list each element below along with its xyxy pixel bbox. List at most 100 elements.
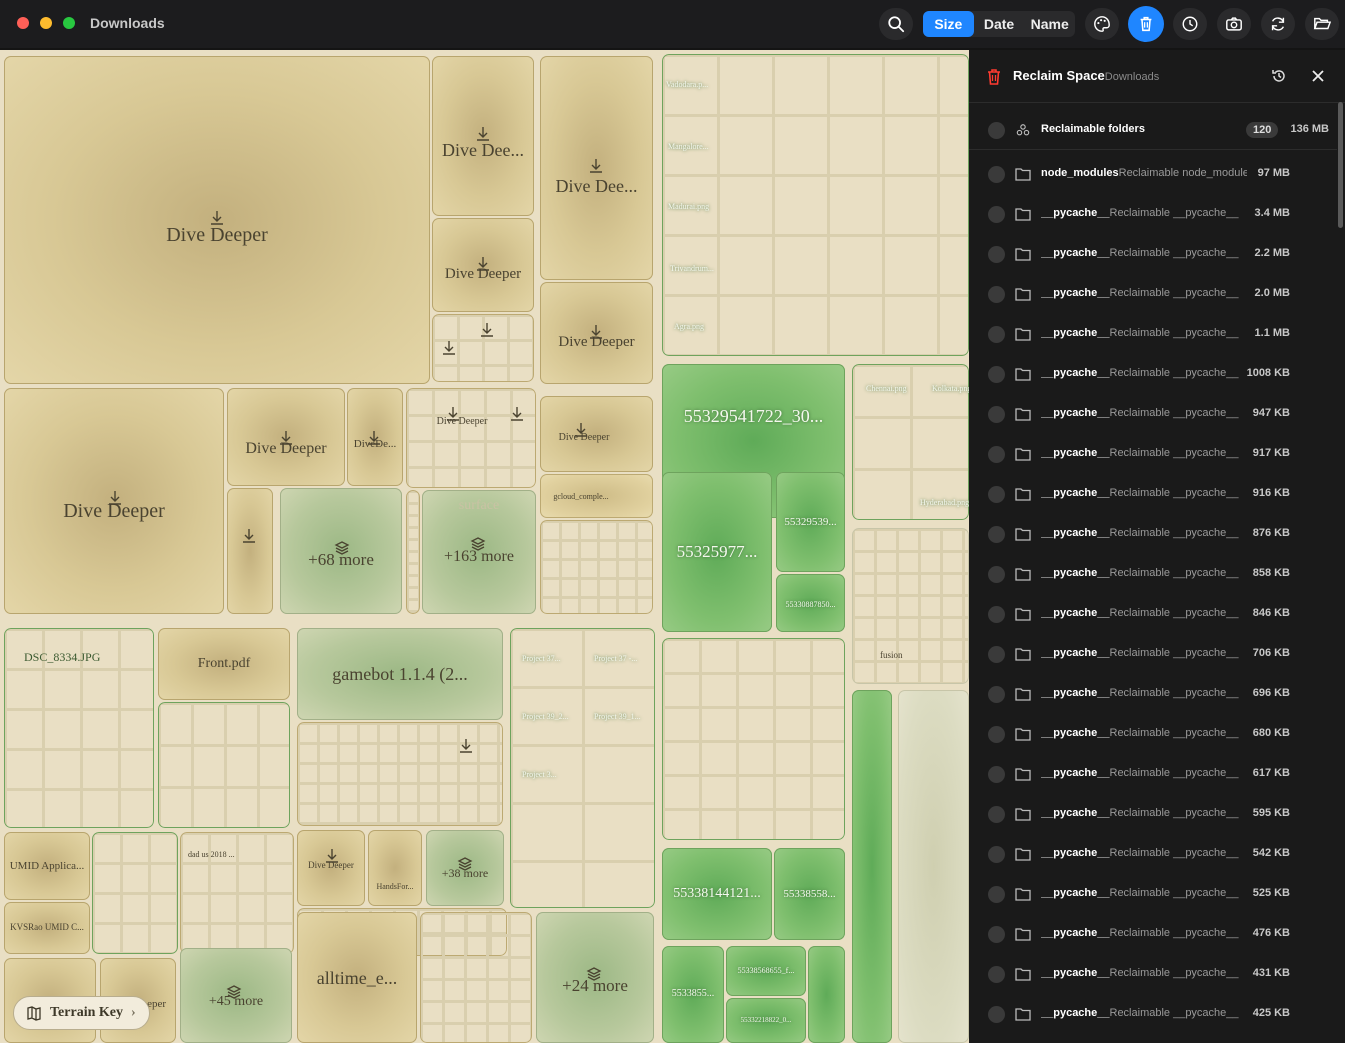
terrain-key-button[interactable]: Terrain Key › bbox=[13, 996, 150, 1030]
treemap-folder[interactable]: dad us 2018 ... bbox=[180, 832, 294, 954]
search-button[interactable] bbox=[879, 8, 913, 40]
restore-history-icon[interactable] bbox=[1271, 68, 1287, 84]
item-checkbox[interactable] bbox=[988, 606, 1005, 623]
select-all-checkbox[interactable] bbox=[988, 122, 1005, 139]
list-item[interactable]: __pycache__Reclaimable __pycache__ 680 KB bbox=[969, 714, 1337, 754]
snapshot-button[interactable] bbox=[1217, 8, 1251, 40]
item-checkbox[interactable] bbox=[988, 166, 1005, 183]
list-item[interactable]: __pycache__Reclaimable __pycache__ 542 KB bbox=[969, 834, 1337, 874]
treemap-folder[interactable] bbox=[540, 520, 653, 614]
list-item[interactable]: __pycache__Reclaimable __pycache__ 431 KB bbox=[969, 954, 1337, 994]
treemap-folder[interactable]: fusion bbox=[852, 528, 969, 684]
item-checkbox[interactable] bbox=[988, 406, 1005, 423]
treemap-folder[interactable] bbox=[662, 638, 845, 840]
refresh-button[interactable] bbox=[1261, 8, 1295, 40]
list-item[interactable]: __pycache__Reclaimable __pycache__ 476 KB bbox=[969, 914, 1337, 954]
sort-size-button[interactable]: Size bbox=[923, 11, 974, 37]
treemap-file[interactable]: HandsFor... bbox=[368, 830, 422, 906]
list-item[interactable]: __pycache__Reclaimable __pycache__ 846 KB bbox=[969, 594, 1337, 634]
list-item[interactable]: __pycache__Reclaimable __pycache__ 696 KB bbox=[969, 674, 1337, 714]
treemap-file[interactable] bbox=[898, 690, 969, 1043]
item-checkbox[interactable] bbox=[988, 246, 1005, 263]
treemap-folder[interactable]: Vadodara.p... Mangalore... Madurai.png T… bbox=[662, 54, 969, 356]
item-checkbox[interactable] bbox=[988, 486, 1005, 503]
list-item[interactable]: __pycache__Reclaimable __pycache__ 917 KB bbox=[969, 434, 1337, 474]
reclaimable-folders-header-row[interactable]: Reclaimable folders 120 136 MB bbox=[969, 110, 1337, 150]
item-checkbox[interactable] bbox=[988, 366, 1005, 383]
item-checkbox[interactable] bbox=[988, 526, 1005, 543]
list-item[interactable]: __pycache__Reclaimable __pycache__ 2.2 MB bbox=[969, 234, 1337, 274]
item-checkbox[interactable] bbox=[988, 886, 1005, 903]
list-item[interactable]: __pycache__Reclaimable __pycache__ 1008 K… bbox=[969, 354, 1337, 394]
treemap-folder[interactable] bbox=[406, 490, 420, 614]
treemap-file[interactable]: gamebot 1.1.4 (2... bbox=[297, 628, 503, 720]
item-checkbox[interactable] bbox=[988, 846, 1005, 863]
treemap-folder[interactable] bbox=[92, 832, 178, 954]
list-item[interactable]: __pycache__Reclaimable __pycache__ 617 KB bbox=[969, 754, 1337, 794]
list-item[interactable]: __pycache__Reclaimable __pycache__ 916 KB bbox=[969, 474, 1337, 514]
treemap-folder[interactable]: Dive Deeper bbox=[297, 830, 365, 906]
item-checkbox[interactable] bbox=[988, 646, 1005, 663]
item-checkbox[interactable] bbox=[988, 766, 1005, 783]
item-checkbox[interactable] bbox=[988, 726, 1005, 743]
treemap-folder[interactable]: gcloud_comple... bbox=[540, 474, 653, 518]
treemap-file[interactable]: Front.pdf bbox=[158, 628, 290, 700]
treemap-file[interactable]: UMID Applica... bbox=[4, 832, 90, 900]
treemap-folder[interactable]: Project 37... Project 37 -... Project 39… bbox=[510, 628, 655, 908]
item-checkbox[interactable] bbox=[988, 966, 1005, 983]
treemap-folder[interactable] bbox=[227, 488, 273, 614]
item-checkbox[interactable] bbox=[988, 686, 1005, 703]
treemap-file[interactable]: 5533855... bbox=[662, 946, 724, 1043]
treemap-file[interactable]: 55330887850... bbox=[776, 574, 845, 632]
history-button[interactable] bbox=[1173, 8, 1207, 40]
zoom-window-button[interactable] bbox=[63, 17, 75, 29]
list-item[interactable]: __pycache__Reclaimable __pycache__ 525 KB bbox=[969, 874, 1337, 914]
list-item[interactable]: __pycache__Reclaimable __pycache__ 858 KB bbox=[969, 554, 1337, 594]
item-checkbox[interactable] bbox=[988, 1006, 1005, 1023]
reclaim-space-button[interactable] bbox=[1128, 6, 1164, 42]
treemap-file[interactable]: KVSRao UMID C... bbox=[4, 902, 90, 954]
treemap-file[interactable] bbox=[852, 690, 892, 1043]
treemap-group[interactable]: surface +163 more bbox=[422, 490, 536, 614]
treemap-file[interactable]: 55338144121... bbox=[662, 848, 772, 940]
minimize-window-button[interactable] bbox=[40, 17, 52, 29]
list-item[interactable]: __pycache__Reclaimable __pycache__ 425 KB bbox=[969, 994, 1337, 1034]
open-folder-button[interactable] bbox=[1305, 8, 1339, 40]
list-item[interactable]: node_modulesReclaimable node_modules 97 M… bbox=[969, 154, 1337, 194]
treemap-file[interactable]: 55329539... bbox=[776, 472, 845, 572]
treemap-file[interactable] bbox=[808, 946, 845, 1043]
list-item[interactable]: __pycache__Reclaimable __pycache__ 706 KB bbox=[969, 634, 1337, 674]
list-item[interactable]: __pycache__Reclaimable __pycache__ 2.0 MB bbox=[969, 274, 1337, 314]
treemap-folder[interactable]: DSC_8334.JPG bbox=[4, 628, 154, 828]
item-checkbox[interactable] bbox=[988, 926, 1005, 943]
sort-name-button[interactable]: Name bbox=[1024, 11, 1075, 37]
list-item[interactable]: __pycache__Reclaimable __pycache__ 947 KB bbox=[969, 394, 1337, 434]
treemap-file[interactable]: 55325977... bbox=[662, 472, 772, 632]
treemap-file[interactable]: 55338558... bbox=[774, 848, 845, 940]
item-checkbox[interactable] bbox=[988, 286, 1005, 303]
item-checkbox[interactable] bbox=[988, 326, 1005, 343]
item-checkbox[interactable] bbox=[988, 806, 1005, 823]
item-size: 542 KB bbox=[1252, 847, 1290, 859]
item-checkbox[interactable] bbox=[988, 206, 1005, 223]
treemap-file[interactable]: alltime_e... bbox=[297, 912, 417, 1043]
list-item[interactable]: __pycache__Reclaimable __pycache__ 876 KB bbox=[969, 514, 1337, 554]
treemap-folder[interactable]: Chennai.png Kolkata.png Hyderabad.png bbox=[852, 364, 969, 520]
treemap-file[interactable]: 55338568655_f... bbox=[726, 946, 806, 996]
close-window-button[interactable] bbox=[17, 17, 29, 29]
treemap-folder[interactable]: Dive Deeper bbox=[406, 388, 536, 488]
scrollbar[interactable] bbox=[1338, 102, 1343, 228]
treemap-folder[interactable] bbox=[420, 912, 532, 1043]
sort-date-button[interactable]: Date bbox=[974, 11, 1025, 37]
stack-icon bbox=[457, 857, 473, 871]
close-icon[interactable] bbox=[1312, 70, 1324, 82]
treemap-file[interactable]: 55332218822_0... bbox=[726, 998, 806, 1043]
list-item[interactable]: __pycache__Reclaimable __pycache__ 3.4 MB bbox=[969, 194, 1337, 234]
item-checkbox[interactable] bbox=[988, 566, 1005, 583]
list-item[interactable]: __pycache__Reclaimable __pycache__ 1.1 MB bbox=[969, 314, 1337, 354]
treemap-folder[interactable] bbox=[158, 702, 290, 828]
list-item[interactable]: __pycache__Reclaimable __pycache__ 595 KB bbox=[969, 794, 1337, 834]
treemap-folder[interactable]: Dive Deeper bbox=[540, 396, 653, 472]
theme-button[interactable] bbox=[1085, 8, 1119, 40]
item-checkbox[interactable] bbox=[988, 446, 1005, 463]
